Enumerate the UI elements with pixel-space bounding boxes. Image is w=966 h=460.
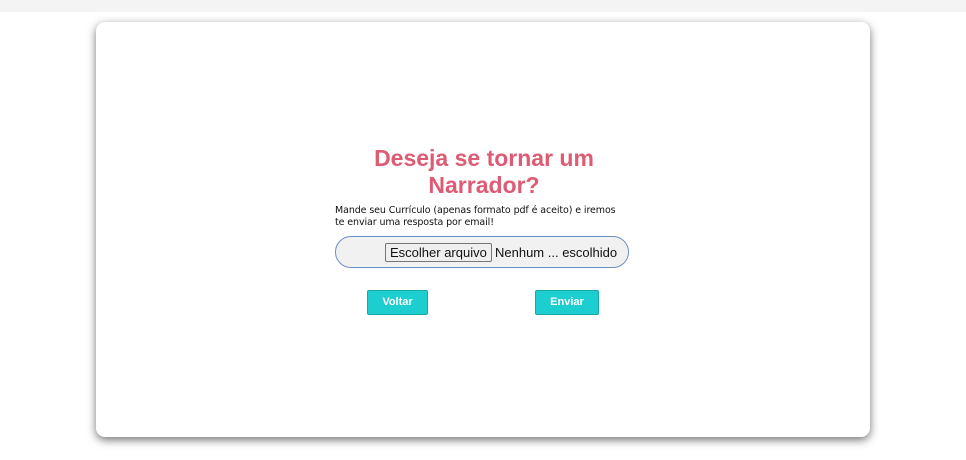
form-instructions: Mande seu Currículo (apenas formato pdf … bbox=[335, 205, 616, 228]
resume-file-input[interactable]: Escolher arquivo Nenhum ... escolhido bbox=[335, 236, 629, 268]
file-status-text: Nenhum ... escolhido bbox=[495, 245, 618, 260]
narrator-form: Deseja se tornar um Narrador? Mande seu … bbox=[335, 145, 631, 268]
back-button[interactable]: Voltar bbox=[367, 290, 428, 315]
submit-button[interactable]: Enviar bbox=[535, 290, 599, 315]
form-title: Deseja se tornar um Narrador? bbox=[374, 145, 594, 198]
top-strip bbox=[0, 0, 966, 12]
choose-file-button[interactable]: Escolher arquivo bbox=[385, 243, 492, 262]
